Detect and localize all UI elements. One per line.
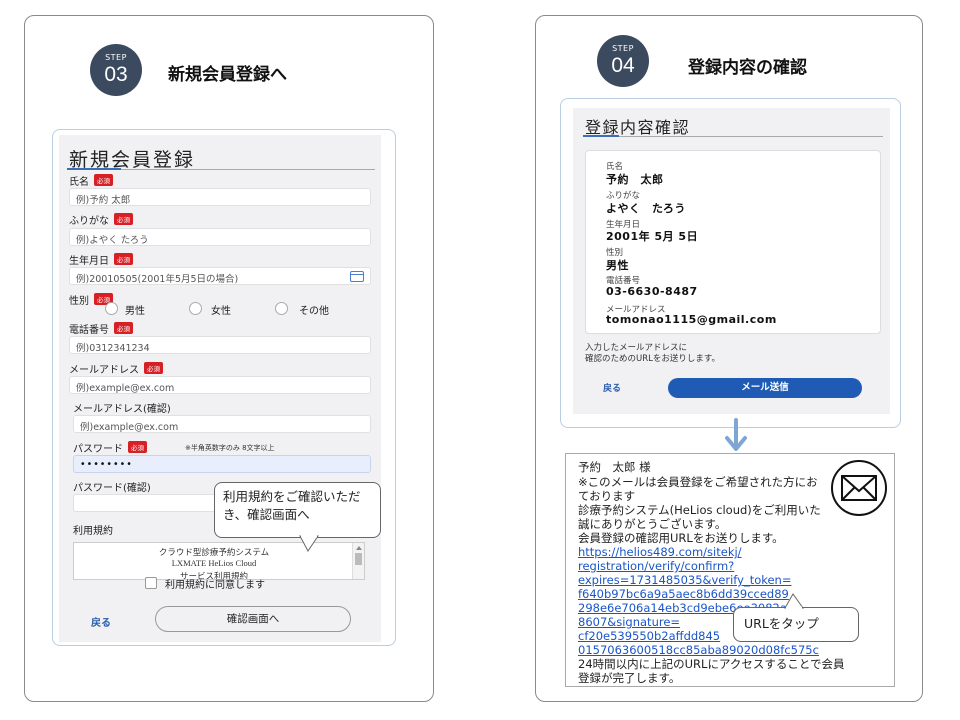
url-callout-text: URLをタップ bbox=[744, 616, 819, 631]
verify-link[interactable]: f640b97bc6a9a5aec8b6dd39cced89 bbox=[578, 587, 789, 602]
gender-radio-other[interactable] bbox=[275, 302, 288, 315]
required-badge: 必須 bbox=[114, 213, 133, 225]
name-input[interactable]: 例)予約 太郎 bbox=[69, 188, 371, 206]
email-label: メールアドレス 必須 bbox=[69, 361, 163, 376]
summary-card: 氏名 予約 太郎 ふりがな よやく たろう 生年月日 2001年 5月 5日 性… bbox=[585, 150, 881, 334]
verify-link[interactable]: https://helios489.com/sitekj/ bbox=[578, 545, 742, 560]
agree-label: 利用規約に同意します bbox=[165, 580, 265, 591]
callout-tail bbox=[784, 593, 804, 609]
calendar-icon[interactable] bbox=[350, 271, 364, 282]
scroll-thumb[interactable] bbox=[355, 553, 362, 565]
terms-line: LXMATE HeLios Cloud bbox=[171, 558, 257, 568]
email-line: ※このメールは会員登録をご希望された方にお bbox=[578, 475, 818, 489]
step4-badge: STEP 04 bbox=[597, 35, 649, 87]
gender-label-text: 性別 bbox=[69, 296, 89, 307]
verify-link[interactable]: registration/verify/confirm? bbox=[578, 559, 734, 574]
confirmation-screen: 登録内容確認 氏名 予約 太郎 ふりがな よやく たろう 生年月日 2001年 … bbox=[560, 98, 901, 428]
notice-line: 入力したメールアドレスに bbox=[585, 343, 688, 353]
email-confirm-input[interactable]: 例)example@ex.com bbox=[73, 415, 371, 433]
email-label-text: メールアドレス bbox=[69, 365, 139, 376]
terms-callout: 利用規約をご確認いただき、確認画面へ bbox=[214, 482, 381, 538]
step-number: 04 bbox=[611, 54, 635, 77]
gender-radio-female[interactable] bbox=[189, 302, 202, 315]
terms-callout-text: 利用規約をご確認いただき、確認画面へ bbox=[223, 489, 361, 522]
arrow-down-icon bbox=[725, 418, 747, 451]
email-line: 予約 太郎 様 bbox=[578, 460, 651, 474]
required-badge: 必須 bbox=[114, 322, 133, 334]
gender-option-other: その他 bbox=[299, 306, 329, 317]
name-label: 氏名 必須 bbox=[69, 173, 113, 188]
title-accent bbox=[583, 135, 619, 137]
step-label: STEP bbox=[105, 53, 127, 62]
step-number: 03 bbox=[104, 63, 128, 86]
kana-input[interactable]: 例)よやく たろう bbox=[69, 228, 371, 246]
title-divider bbox=[583, 136, 883, 137]
send-notice: 入力したメールアドレスに 確認のためのURLをお送りします。 bbox=[585, 343, 720, 365]
step3-title: 新規会員登録へ bbox=[168, 65, 287, 85]
password-input[interactable]: •••••••• bbox=[73, 455, 371, 473]
required-badge: 必須 bbox=[128, 441, 147, 453]
password-label: パスワード 必須 bbox=[73, 440, 147, 455]
birth-label: 生年月日 必須 bbox=[69, 252, 133, 267]
kana-label-text: ふりがな bbox=[69, 216, 109, 227]
birth-label-text: 生年月日 bbox=[69, 256, 109, 267]
email-line: 登録が完了します。 bbox=[578, 671, 681, 685]
email-input[interactable]: 例)example@ex.com bbox=[69, 376, 371, 394]
scroll-up-icon[interactable] bbox=[356, 546, 362, 550]
agree-checkbox[interactable] bbox=[145, 577, 157, 589]
verify-link[interactable]: 0157063600518cc85aba89020d08fc575c bbox=[578, 643, 819, 658]
callout-tail bbox=[299, 535, 319, 552]
summary-value: よやく たろう bbox=[606, 202, 686, 215]
verify-link[interactable]: 8607&signature= bbox=[578, 615, 680, 630]
step-label: STEP bbox=[612, 44, 634, 53]
email-line: 会員登録の確認用URLをお送りします。 bbox=[578, 531, 784, 545]
summary-value: 2001年 5月 5日 bbox=[606, 230, 699, 243]
gender-option-male: 男性 bbox=[125, 306, 145, 317]
url-callout: URLをタップ bbox=[733, 607, 859, 642]
verify-link[interactable]: expires=1731485035&verify_token= bbox=[578, 573, 792, 588]
confirm-button[interactable]: 確認画面へ bbox=[155, 606, 351, 632]
summary-value: 男性 bbox=[606, 259, 629, 272]
confirmation-view: 登録内容確認 氏名 予約 太郎 ふりがな よやく たろう 生年月日 2001年 … bbox=[573, 108, 890, 414]
registration-screen: 新規会員登録 氏名 必須 例)予約 太郎 ふりがな 必須 例)よやく たろう 生年月… bbox=[52, 129, 396, 646]
registration-form: 新規会員登録 氏名 必須 例)予約 太郎 ふりがな 必須 例)よやく たろう 生年月… bbox=[59, 135, 381, 642]
gender-option-female: 女性 bbox=[211, 306, 231, 317]
password-note: ※半角英数字のみ 8文字以上 bbox=[185, 444, 275, 452]
phone-label-text: 電話番号 bbox=[69, 325, 109, 336]
required-badge: 必須 bbox=[94, 174, 113, 186]
name-label-text: 氏名 bbox=[69, 177, 89, 188]
required-badge: 必須 bbox=[144, 362, 163, 374]
email-confirm-label: メールアドレス(確認) bbox=[73, 404, 171, 415]
back-link[interactable]: 戻る bbox=[91, 614, 111, 629]
mail-icon bbox=[831, 460, 887, 516]
password-label-text: パスワード bbox=[73, 444, 123, 455]
step3-badge: STEP 03 bbox=[90, 44, 142, 96]
terms-scrollbar[interactable] bbox=[352, 543, 364, 579]
email-line: 24時間以内に上記のURLにアクセスすることで会員 bbox=[578, 657, 845, 671]
email-line: 誠にありがとうございます。 bbox=[578, 517, 727, 531]
email-line: ております bbox=[578, 489, 636, 503]
verify-link[interactable]: cf20e539550b2affdd845 bbox=[578, 629, 720, 644]
summary-value: tomonao1115@gmail.com bbox=[606, 313, 777, 326]
birth-placeholder: 例)20010505(2001年5月5日の場合) bbox=[76, 274, 239, 285]
back-link[interactable]: 戻る bbox=[603, 381, 621, 394]
gender-radio-male[interactable] bbox=[105, 302, 118, 315]
send-mail-button[interactable]: メール送信 bbox=[668, 378, 862, 398]
title-accent bbox=[67, 168, 121, 170]
required-badge: 必須 bbox=[114, 253, 133, 265]
email-line: 診療予約システム(HeLios cloud)をご利用いた bbox=[578, 503, 821, 517]
phone-label: 電話番号 必須 bbox=[69, 321, 133, 336]
kana-label: ふりがな 必須 bbox=[69, 212, 133, 227]
summary-value: 03-6630-8487 bbox=[606, 285, 698, 298]
password-confirm-label: パスワード(確認) bbox=[73, 483, 151, 494]
terms-label: 利用規約 bbox=[73, 526, 113, 537]
birth-input[interactable]: 例)20010505(2001年5月5日の場合) bbox=[69, 267, 371, 285]
phone-input[interactable]: 例)0312341234 bbox=[69, 336, 371, 354]
step4-title: 登録内容の確認 bbox=[688, 58, 807, 78]
summary-value: 予約 太郎 bbox=[606, 173, 664, 186]
notice-line: 確認のためのURLをお送りします。 bbox=[585, 354, 721, 364]
envelope-graphic bbox=[841, 475, 877, 501]
